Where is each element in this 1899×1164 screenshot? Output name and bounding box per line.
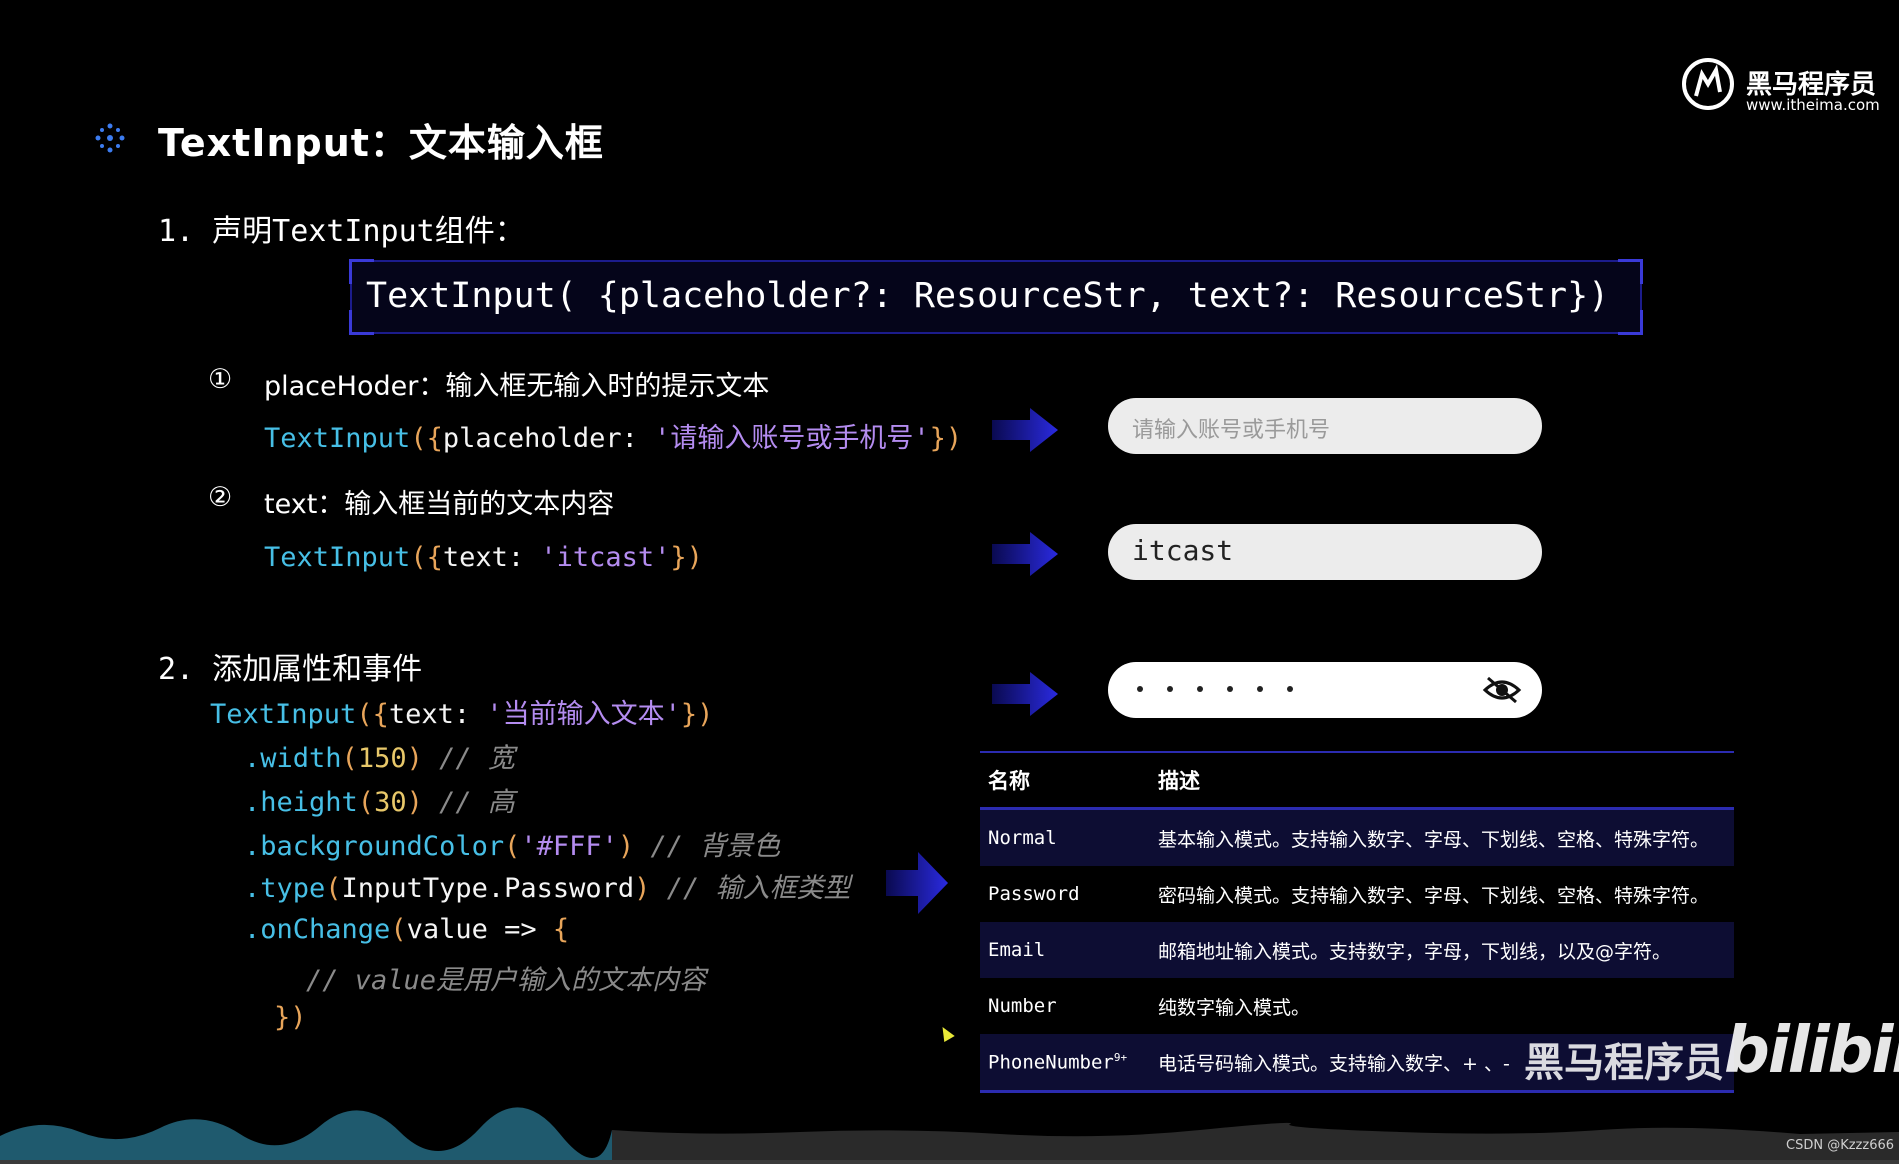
code-line-7: // value是用户输入的文本内容 — [306, 958, 706, 997]
item2-marker: ② — [208, 482, 233, 513]
type-desc: 密码输入模式。支持输入数字、字母、下划线、空格、特殊字符。 — [1158, 884, 1710, 907]
code-paren: ) — [406, 743, 423, 774]
page-title: TextInput：文本输入框 — [158, 121, 604, 165]
code-number: 30 — [374, 787, 407, 818]
code-line-1: TextInput({text: '当前输入文本'}) — [210, 692, 713, 731]
type-name: Number — [988, 995, 1057, 1017]
code-line-3: .height(30) // 高 — [244, 780, 515, 819]
code-brace: }) — [274, 1002, 307, 1033]
arrow-right-icon — [992, 672, 1058, 716]
type-name: PhoneNumber9+ — [980, 1034, 1150, 1092]
code-line-4: .backgroundColor('#FFF') // 背景色 — [244, 824, 780, 863]
eye-slash-icon[interactable] — [1482, 674, 1522, 706]
column-header-desc: 描述 — [1158, 769, 1200, 793]
code-paren: ( — [341, 743, 358, 774]
code-key: placeholder: — [442, 423, 655, 454]
item1-code: TextInput({placeholder: '请输入账号或手机号'}) — [264, 416, 962, 455]
section2-heading: 2. 添加属性和事件 — [158, 652, 423, 687]
text-input-value: itcast — [1132, 534, 1234, 567]
table-row: Email 邮箱地址输入模式。支持数字，字母，下划线，以及@字符。 — [980, 922, 1734, 978]
code-comment: // 宽 — [439, 743, 515, 774]
code-string: '#FFF' — [520, 831, 618, 862]
password-dot — [1227, 686, 1233, 692]
code-fn: TextInput — [264, 423, 411, 454]
code-arg: InputType.Password — [341, 873, 635, 904]
code-line-2: .width(150) // 宽 — [244, 736, 515, 775]
audio-waveform — [0, 1107, 1899, 1164]
table-row: Normal 基本输入模式。支持输入数字、字母、下划线、空格、特殊字符。 — [980, 808, 1734, 866]
item1-label: placeHoder：输入框无输入时的提示文本 — [264, 371, 770, 402]
password-dot — [1257, 686, 1263, 692]
section1-heading: 1. 声明TextInput组件： — [158, 214, 525, 249]
code-key: text: — [442, 542, 541, 573]
type-desc: 基本输入模式。支持输入数字、字母、下划线、空格、特殊字符。 — [1150, 808, 1734, 866]
code-paren: ) — [617, 831, 635, 862]
code-key: text: — [388, 699, 487, 730]
code-paren: ( — [504, 831, 521, 862]
signature-code: TextInput( {placeholder?: ResourceStr, t… — [366, 276, 1610, 316]
type-desc: 邮箱地址输入模式。支持数字，字母，下划线，以及@字符。 — [1150, 922, 1734, 978]
table-row: Number 纯数字输入模式。 — [980, 978, 1734, 1034]
arrow-right-icon — [886, 852, 948, 914]
code-brace: { — [552, 914, 570, 945]
version-badge: 9+ — [1113, 1050, 1128, 1064]
column-header-name: 名称 — [988, 769, 1030, 793]
code-brace: ({ — [410, 423, 443, 454]
code-brace: ({ — [356, 699, 389, 730]
code-paren: ( — [390, 914, 407, 945]
sparkle-icon — [92, 120, 128, 156]
logo-icon — [1682, 58, 1734, 110]
code-string: '请输入账号或手机号' — [654, 423, 930, 454]
code-paren: ( — [357, 787, 375, 818]
code-comment: // value是用户输入的文本内容 — [306, 965, 707, 996]
code-comment: // 输入框类型 — [666, 873, 851, 904]
code-paren: ( — [325, 873, 342, 904]
type-name: Normal — [980, 808, 1150, 866]
code-line-8: }) — [274, 1002, 307, 1033]
code-line-5: .type(InputType.Password) // 输入框类型 — [244, 866, 850, 905]
code-brace: }) — [929, 423, 963, 454]
code-string: '当前输入文本' — [486, 699, 681, 730]
item1-marker: ① — [208, 364, 233, 395]
password-input-demo[interactable] — [1108, 662, 1542, 718]
arrow-right-icon — [992, 408, 1058, 452]
table-header-row: 名称 描述 — [980, 752, 1734, 809]
bilibili-logo: bilibili — [1724, 1014, 1899, 1088]
placeholder-text: 请输入账号或手机号 — [1132, 418, 1331, 443]
password-dot — [1287, 686, 1293, 692]
code-method: .height — [244, 787, 358, 818]
watermark-text: 黑马程序员 — [1524, 1040, 1724, 1086]
password-dot — [1137, 686, 1143, 692]
mouse-cursor-icon — [937, 1023, 955, 1043]
item2-code: TextInput({text: 'itcast'}) — [264, 542, 703, 573]
code-brace: ({ — [410, 542, 443, 573]
code-comment: // 高 — [439, 787, 515, 818]
code-number: 150 — [357, 743, 407, 774]
code-comment: // 背景色 — [650, 831, 781, 862]
code-paren: ) — [634, 873, 651, 904]
table-row: Password 密码输入模式。支持输入数字、字母、下划线、空格、特殊字符。 — [980, 866, 1734, 922]
credit-text: CSDN @Kzzz666 — [1786, 1138, 1895, 1153]
code-brace: }) — [670, 542, 703, 573]
code-paren: ) — [406, 787, 423, 818]
type-name: Password — [988, 883, 1080, 905]
code-arg: value => — [406, 914, 553, 945]
type-name: Email — [980, 922, 1150, 978]
type-desc: 纯数字输入模式。 — [1158, 996, 1311, 1019]
code-fn: TextInput — [264, 542, 411, 573]
code-line-6: .onChange(value => { — [244, 914, 569, 945]
arrow-right-icon — [992, 532, 1058, 576]
code-fn: TextInput — [210, 699, 357, 730]
code-method: .onChange — [244, 914, 391, 945]
code-brace: }) — [680, 699, 714, 730]
password-dot — [1167, 686, 1173, 692]
code-method: .width — [244, 743, 342, 774]
code-method: .type — [244, 873, 326, 904]
item2-label: text：输入框当前的文本内容 — [264, 489, 615, 520]
password-dot — [1197, 686, 1203, 692]
type-name-text: PhoneNumber — [988, 1051, 1114, 1074]
logo-url: www.itheima.com — [1746, 96, 1880, 114]
code-method: .backgroundColor — [244, 831, 505, 862]
code-string: 'itcast' — [540, 542, 671, 573]
